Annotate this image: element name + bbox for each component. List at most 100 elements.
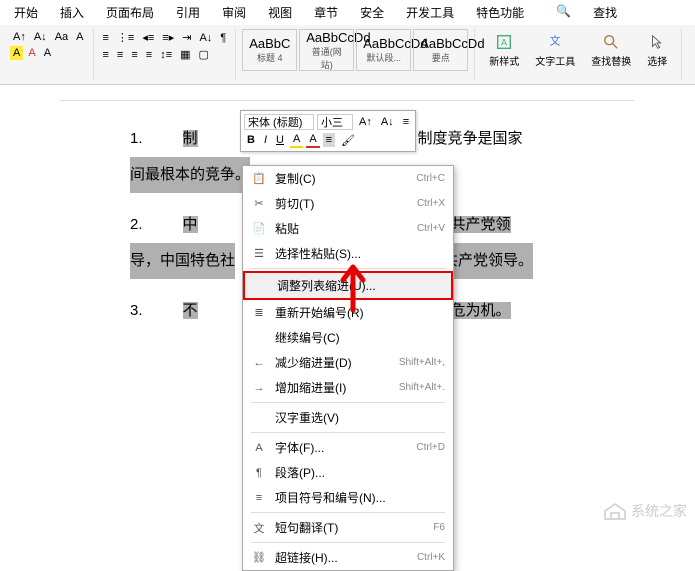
indent-inc-icon[interactable]: ≡▸ — [159, 30, 177, 45]
horizontal-ruler[interactable] — [60, 85, 635, 101]
highlight-mini-icon[interactable]: A — [290, 132, 303, 148]
font-size-down-icon[interactable]: A↓ — [31, 30, 50, 44]
menu-item-label: 选择性粘贴(S)... — [275, 245, 445, 262]
sort-icon[interactable]: A↓ — [196, 31, 215, 45]
tab-view[interactable]: 视图 — [258, 2, 302, 23]
align-mini-icon[interactable]: ≡ — [323, 133, 335, 147]
menu-item[interactable]: ←减少缩进量(D)Shift+Alt+, — [243, 350, 453, 375]
menu-item-label: 重新开始编号(R) — [275, 304, 445, 321]
align-right-icon[interactable]: ≡ — [128, 48, 140, 62]
font-color-icon[interactable]: A — [25, 46, 38, 60]
menu-item-icon: ⛓ — [251, 550, 267, 566]
search-label[interactable]: 查找 — [583, 2, 627, 23]
list-number: 3. — [130, 293, 143, 329]
underline-icon[interactable]: U — [273, 133, 287, 147]
selected-text: 间最根本的竞争。 — [130, 157, 250, 193]
italic-icon[interactable]: I — [261, 133, 270, 147]
menu-item[interactable]: A字体(F)...Ctrl+D — [243, 435, 453, 460]
font-size-up-icon[interactable]: A↑ — [10, 30, 29, 44]
tab-layout[interactable]: 页面布局 — [96, 2, 164, 23]
selected-text: 制 — [183, 130, 198, 147]
menu-item-shortcut: Shift+Alt+. — [399, 382, 445, 393]
menu-item-shortcut: Ctrl+K — [417, 552, 445, 563]
char-border-icon[interactable]: A — [41, 46, 54, 60]
list-bullet-icon[interactable]: ≡ — [100, 31, 112, 45]
menu-item-shortcut: Shift+Alt+, — [399, 357, 445, 368]
menu-item[interactable]: 📋复制(C)Ctrl+C — [243, 166, 453, 191]
style-keypoint[interactable]: AaBbCcDd要点 — [413, 29, 468, 71]
menu-item-label: 段落(P)... — [275, 464, 445, 481]
tab-insert[interactable]: 插入 — [50, 2, 94, 23]
main-toolbar: A↑ A↓ Aa A A A A ≡ ⋮≡ ◂≡ ≡▸ ⇥ A↓ ¶ ≡ ≡ ≡… — [0, 25, 695, 85]
menu-item[interactable]: ✂剪切(T)Ctrl+X — [243, 191, 453, 216]
tab-reference[interactable]: 引用 — [166, 2, 210, 23]
text-tools-button[interactable]: 文文字工具 — [527, 29, 583, 80]
highlight-icon[interactable]: A — [10, 46, 23, 60]
tab-devtools[interactable]: 开发工具 — [396, 2, 464, 23]
align-left-icon[interactable]: ≡ — [100, 48, 112, 62]
font-family-input[interactable] — [244, 114, 314, 130]
selected-text: 共产党领导。 — [443, 243, 533, 279]
list-number-icon[interactable]: ⋮≡ — [114, 30, 137, 45]
menu-item-label: 剪切(T) — [275, 195, 417, 212]
borders-icon[interactable]: ▢ — [196, 47, 212, 62]
selected-text: 导，中国特色社 — [130, 243, 235, 279]
menu-item-label: 粘贴 — [275, 220, 417, 237]
tab-features[interactable]: 特色功能 — [466, 2, 534, 23]
list-number: 1. — [130, 121, 143, 157]
menu-item-icon: ☰ — [251, 246, 267, 262]
case-icon[interactable]: A — [73, 30, 86, 44]
select-button[interactable]: 选择 — [639, 29, 675, 80]
menu-item[interactable]: ⛓超链接(H)...Ctrl+K — [243, 545, 453, 570]
font-shrink-icon[interactable]: A↓ — [378, 115, 397, 129]
style-default-para[interactable]: AaBbCcDd默认段... — [356, 29, 411, 71]
shading-icon[interactable]: ▦ — [177, 47, 193, 62]
menu-item[interactable]: ☰ 选择性粘贴(S)... — [243, 241, 453, 266]
menu-item-label: 复制(C) — [275, 170, 416, 187]
menu-item[interactable]: →增加缩进量(I)Shift+Alt+. — [243, 375, 453, 400]
menu-item-icon: A — [251, 440, 267, 456]
context-menu: 📋复制(C)Ctrl+C✂剪切(T)Ctrl+X📄粘贴Ctrl+V☰选择性粘贴(… — [242, 165, 454, 571]
find-replace-button[interactable]: 查找替换 — [583, 29, 639, 80]
font-size-input[interactable] — [317, 114, 353, 130]
tab-start[interactable]: 开始 — [4, 2, 48, 23]
font-color-mini-icon[interactable]: A — [306, 132, 319, 148]
list-icon[interactable]: ≡ — [400, 115, 412, 129]
menu-item-icon: 文 — [251, 520, 267, 536]
menu-item-icon — [251, 410, 267, 426]
selected-text: 不 — [183, 302, 198, 319]
format-painter-icon[interactable]: 🖌 — [338, 133, 358, 148]
menu-item-icon: → — [251, 380, 267, 396]
watermark: 系统之家 — [603, 501, 687, 521]
align-justify-icon[interactable]: ≡ — [143, 48, 155, 62]
menu-item[interactable]: 调整列表缩进(U)... — [243, 271, 453, 300]
menu-item[interactable]: 📄粘贴Ctrl+V — [243, 216, 453, 241]
menu-item[interactable]: ¶ 段落(P)... — [243, 460, 453, 485]
menu-item-icon: 📋 — [251, 171, 267, 187]
menu-item[interactable]: ≡项目符号和编号(N)... — [243, 485, 453, 510]
tab-review[interactable]: 审阅 — [212, 2, 256, 23]
bold-icon[interactable]: B — [244, 133, 258, 147]
font-grow-icon[interactable]: A↑ — [356, 115, 375, 129]
menu-item-icon: ¶ — [251, 465, 267, 481]
menu-item[interactable]: 汉字重选(V) — [243, 405, 453, 430]
indent-dec-icon[interactable]: ◂≡ — [139, 30, 157, 45]
selected-text: 中 — [183, 216, 198, 233]
tab-security[interactable]: 安全 — [350, 2, 394, 23]
menu-item[interactable]: ≣重新开始编号(R) — [243, 300, 453, 325]
list-number: 2. — [130, 207, 143, 243]
pilcrow-icon[interactable]: ¶ — [217, 31, 229, 45]
menu-item-label: 汉字重选(V) — [275, 409, 445, 426]
style-normal-web[interactable]: AaBbCcDd普通(网站) — [299, 29, 354, 71]
line-spacing-icon[interactable]: ↕≡ — [157, 48, 175, 62]
clear-format-icon[interactable]: Aa — [52, 30, 71, 44]
align-center-icon[interactable]: ≡ — [114, 48, 126, 62]
menu-item-label: 短句翻译(T) — [275, 519, 433, 536]
menu-item[interactable]: 文短句翻译(T)F6 — [243, 515, 453, 540]
new-style-button[interactable]: A新样式 — [481, 29, 527, 80]
tab-chapter[interactable]: 章节 — [304, 2, 348, 23]
menu-item-icon — [253, 278, 269, 294]
menu-item[interactable]: 继续编号(C) — [243, 325, 453, 350]
tab-align-icon[interactable]: ⇥ — [179, 30, 194, 45]
style-heading4[interactable]: AaBbC标题 4 — [242, 29, 297, 71]
